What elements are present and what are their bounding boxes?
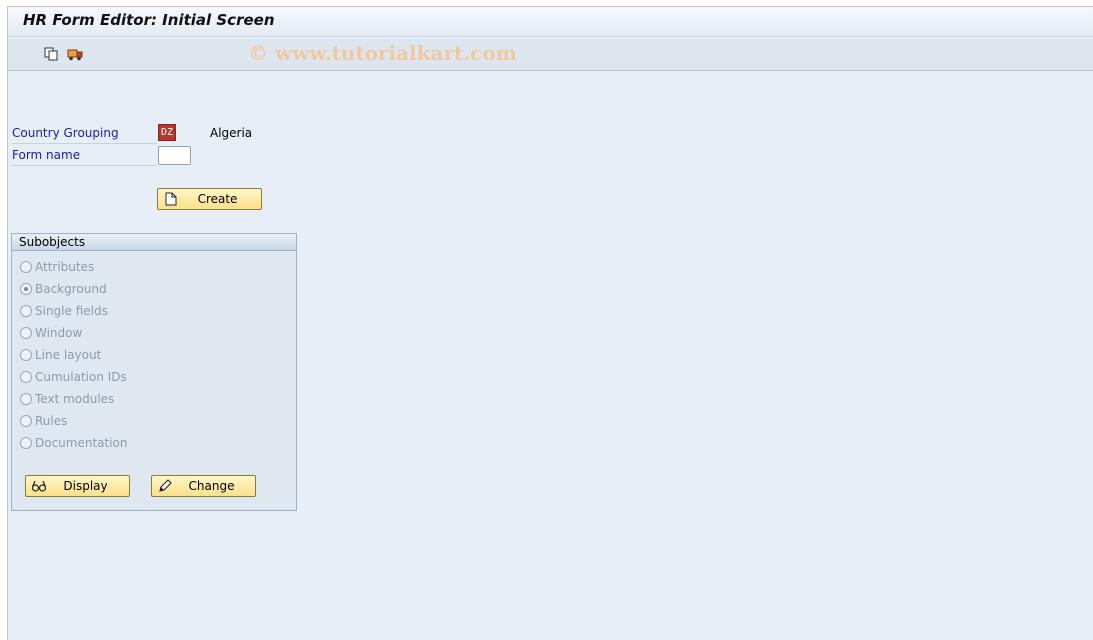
radio-label: Text modules	[35, 392, 115, 406]
radio-label: Line layout	[35, 348, 102, 362]
radio-label: Documentation	[35, 436, 128, 450]
radio-button[interactable]	[20, 349, 32, 361]
radio-documentation[interactable]: Documentation	[20, 434, 128, 452]
application-toolbar: © www.tutorialkart.com	[8, 38, 1093, 71]
change-button-label: Change	[188, 479, 235, 493]
country-grouping-text: Algeria	[210, 126, 253, 140]
display-button[interactable]: Display	[25, 475, 130, 497]
radio-single-fields[interactable]: Single fields	[20, 302, 108, 320]
subobjects-group: Subobjects Attributes Background Single …	[11, 233, 297, 511]
subobjects-title: Subobjects	[12, 234, 296, 251]
glasses-icon	[30, 478, 48, 494]
radio-button[interactable]	[20, 305, 32, 317]
title-bar: HR Form Editor: Initial Screen	[8, 7, 1093, 37]
radio-button[interactable]	[20, 261, 32, 273]
country-grouping-label: Country Grouping	[12, 123, 157, 144]
radio-cumulation-ids[interactable]: Cumulation IDs	[20, 368, 127, 386]
radio-attributes[interactable]: Attributes	[20, 258, 94, 276]
radio-label: Single fields	[35, 304, 108, 318]
radio-label: Cumulation IDs	[35, 370, 127, 384]
radio-window[interactable]: Window	[20, 324, 82, 342]
radio-button[interactable]	[20, 327, 32, 339]
country-grouping-field[interactable]: DZ	[158, 124, 176, 141]
radio-button[interactable]	[20, 415, 32, 427]
watermark-text: © www.tutorialkart.com	[248, 41, 517, 65]
radio-background[interactable]: Background	[20, 280, 107, 298]
new-document-icon	[162, 191, 180, 207]
radio-button-selected[interactable]	[20, 283, 32, 295]
radio-label: Window	[35, 326, 83, 340]
sap-window: HR Form Editor: Initial Screen © www.tut…	[7, 6, 1093, 640]
form-name-label: Form name	[12, 145, 157, 166]
radio-label: Background	[35, 282, 107, 296]
create-button-label: Create	[197, 192, 238, 206]
radio-line-layout[interactable]: Line layout	[20, 346, 101, 364]
radio-label: Attributes	[35, 260, 95, 274]
radio-text-modules[interactable]: Text modules	[20, 390, 114, 408]
radio-rules[interactable]: Rules	[20, 412, 67, 430]
pencil-icon	[156, 478, 174, 494]
radio-button[interactable]	[20, 393, 32, 405]
window-title: HR Form Editor: Initial Screen	[23, 11, 275, 29]
radio-button[interactable]	[20, 371, 32, 383]
change-button[interactable]: Change	[151, 475, 256, 497]
copy-icon[interactable]	[42, 45, 60, 63]
form-name-input[interactable]	[158, 146, 191, 165]
display-button-label: Display	[63, 479, 108, 493]
radio-label: Rules	[35, 414, 68, 428]
transport-icon[interactable]	[66, 45, 84, 63]
radio-button[interactable]	[20, 437, 32, 449]
create-button[interactable]: Create	[157, 188, 262, 210]
